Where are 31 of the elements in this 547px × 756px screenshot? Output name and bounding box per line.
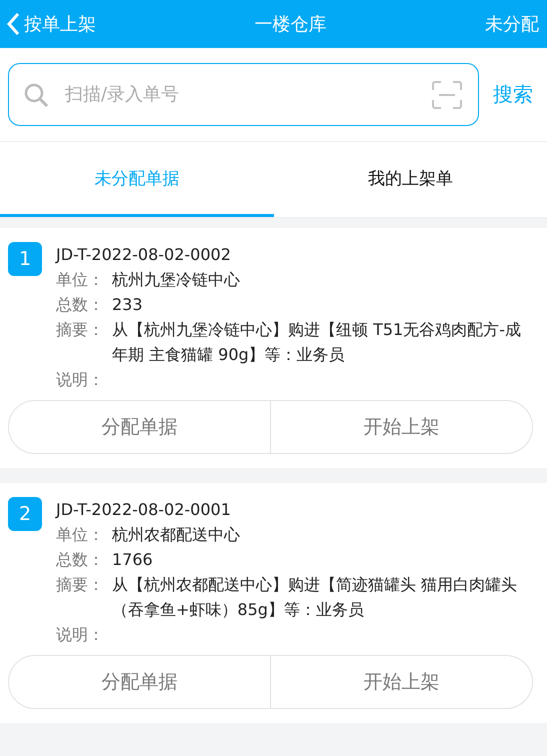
tab[interactable]: 我的上架单: [274, 142, 547, 217]
field-value: 1766: [112, 549, 154, 571]
index-badge: 1: [8, 242, 42, 276]
back-icon: [6, 12, 20, 36]
field-label: 总数：: [56, 294, 105, 316]
field-label: 说明：: [56, 369, 105, 391]
field-label: 摘要：: [56, 574, 105, 596]
start-button[interactable]: 开始上架: [270, 401, 532, 453]
back-button[interactable]: 按单上架: [6, 12, 96, 36]
field-value: 杭州农都配送中心: [112, 524, 241, 546]
field-label: 摘要：: [56, 319, 105, 341]
field-label: 说明：: [56, 624, 105, 646]
field-label: 单位：: [56, 269, 105, 291]
field-label: 单位：: [56, 524, 105, 546]
tab[interactable]: 未分配单据: [0, 142, 274, 217]
page-title: 一楼仓库: [254, 13, 326, 36]
search-icon: [23, 82, 49, 108]
field-value: 从【杭州农都配送中心】购进【简迹猫罐头 猫用白肉罐头（吞拿鱼+虾味）85g】等：业务员: [112, 574, 518, 621]
order-number: JD-T-2022-08-02-0001: [56, 499, 232, 521]
search-field[interactable]: 扫描/录入单号: [8, 63, 479, 126]
field-value: 从【杭州九堡冷链中心】购进【纽顿 T51无谷鸡肉配方-成年期 主食猫罐 90g】等：业务员: [112, 319, 522, 366]
field-label: 总数：: [56, 549, 105, 571]
order-number: JD-T-2022-08-02-0002: [56, 244, 232, 266]
start-button[interactable]: 开始上架: [270, 656, 532, 708]
field-value: 233: [112, 294, 144, 316]
search-button[interactable]: 搜索: [493, 81, 533, 108]
filter-button[interactable]: 未分配: [485, 12, 539, 36]
index-badge: 2: [8, 497, 42, 531]
field-value: 杭州九堡冷链中心: [112, 269, 241, 291]
scan-icon[interactable]: [432, 80, 462, 108]
search-input[interactable]: 扫描/录入单号: [63, 83, 418, 106]
